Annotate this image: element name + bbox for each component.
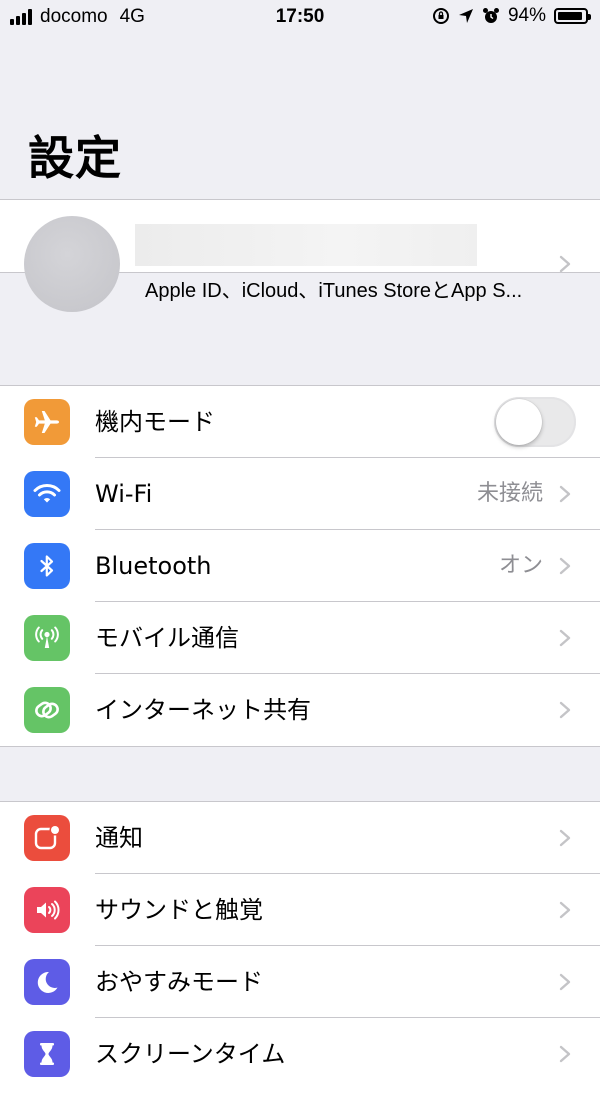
location-arrow-icon <box>458 9 473 23</box>
airplane-mode-label: 機内モード <box>95 408 215 436</box>
bluetooth-row[interactable]: Bluetooth オン <box>0 530 600 602</box>
profile-group: Apple ID、iCloud、iTunes StoreとApp S... <box>0 199 600 312</box>
alarm-icon <box>482 8 499 23</box>
status-right: 94% <box>432 5 591 27</box>
bluetooth-status: オン <box>498 553 543 578</box>
status-bar: docomo 4G 17:50 94% <box>0 0 600 34</box>
wifi-label: Wi-Fi <box>95 480 153 508</box>
chevron-right-icon <box>559 901 571 919</box>
hourglass-icon <box>24 1031 70 1077</box>
cellular-label: モバイル通信 <box>95 624 239 652</box>
battery-icon <box>554 8 591 24</box>
wifi-icon <box>24 471 70 517</box>
chevron-right-icon <box>559 255 571 273</box>
speaker-icon <box>24 887 70 933</box>
cellular-row[interactable]: モバイル通信 <box>0 602 600 674</box>
avatar <box>24 216 120 312</box>
airplane-icon <box>24 399 70 445</box>
do-not-disturb-row[interactable]: おやすみモード <box>0 946 600 1018</box>
antenna-icon <box>24 615 70 661</box>
wifi-status: 未接続 <box>476 481 543 506</box>
notifications-label: 通知 <box>95 824 143 852</box>
notifications-row[interactable]: 通知 <box>0 802 600 874</box>
hotspot-label: インターネット共有 <box>95 696 311 724</box>
screen-time-row[interactable]: スクリーンタイム <box>0 1018 600 1090</box>
hotspot-row[interactable]: インターネット共有 <box>0 674 600 746</box>
bluetooth-label: Bluetooth <box>95 552 212 580</box>
toggle-knob <box>496 399 542 445</box>
airplane-mode-row: 機内モード <box>0 386 600 458</box>
sounds-row[interactable]: サウンドと触覚 <box>0 874 600 946</box>
do-not-disturb-label: おやすみモード <box>95 968 263 996</box>
battery-percent: 94% <box>507 5 546 26</box>
chevron-right-icon <box>559 829 571 847</box>
page-title: 設定 <box>28 131 122 185</box>
chevron-right-icon <box>559 485 571 503</box>
apple-id-subtitle: Apple ID、iCloud、iTunes StoreとApp S... <box>145 280 523 302</box>
sounds-label: サウンドと触覚 <box>95 896 263 924</box>
notification-badge-icon <box>24 815 70 861</box>
wifi-row[interactable]: Wi-Fi 未接続 <box>0 458 600 530</box>
system-group: 通知 サウンドと触覚 おやすみモード スクリーンタイム <box>0 801 600 1102</box>
chevron-right-icon <box>559 973 571 991</box>
hotspot-chain-icon <box>24 687 70 733</box>
moon-icon <box>24 959 70 1005</box>
chevron-right-icon <box>559 701 571 719</box>
chevron-right-icon <box>559 1045 571 1063</box>
airplane-mode-toggle[interactable] <box>494 397 576 447</box>
bluetooth-icon <box>24 543 70 589</box>
battery-fill <box>558 12 583 20</box>
chevron-right-icon <box>559 629 571 647</box>
orientation-lock-icon <box>432 8 449 24</box>
account-name-redacted <box>135 224 477 266</box>
connectivity-group: 機内モード Wi-Fi 未接続 Bluetooth オン モバイル通信 インター… <box>0 385 600 747</box>
apple-id-row[interactable]: Apple ID、iCloud、iTunes StoreとApp S... <box>0 200 600 312</box>
screen-time-label: スクリーンタイム <box>95 1040 286 1068</box>
chevron-right-icon <box>559 557 571 575</box>
